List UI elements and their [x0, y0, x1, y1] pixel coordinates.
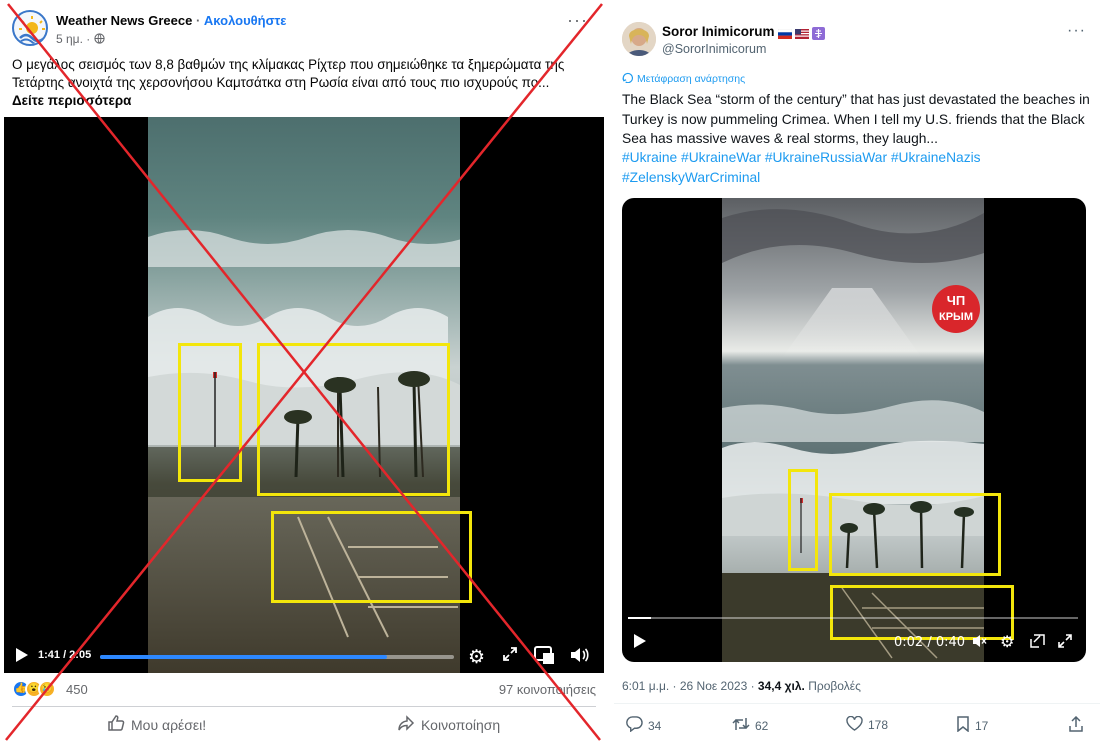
video-progress-bar[interactable]	[628, 617, 1078, 619]
settings-icon[interactable]: ⚙	[1000, 632, 1014, 652]
globe-icon	[93, 32, 105, 46]
share-button[interactable]	[1068, 715, 1084, 735]
avatar[interactable]	[622, 22, 656, 56]
like-icon	[107, 714, 125, 735]
page-name-line: Weather News Greece · Ακολουθήστε	[56, 13, 287, 28]
views-count: 34,4 χιλ.	[757, 679, 805, 693]
video-time: 1:41 / 2:05	[38, 649, 92, 661]
translate-label: Μετάφραση ανάρτησης	[637, 73, 746, 85]
post-text: The Black Sea “storm of the century” tha…	[622, 92, 1090, 146]
post-time[interactable]: 5 ημ.	[56, 32, 83, 46]
page-avatar[interactable]	[12, 10, 48, 46]
reaction-icons[interactable]: 👍 😮 😢	[12, 680, 64, 698]
translate-icon	[622, 72, 633, 86]
play-icon[interactable]	[634, 634, 646, 651]
highlight-box	[271, 511, 472, 603]
reply-count: 34	[648, 718, 662, 733]
shares-count[interactable]: 97 κοινοποιήσεις	[499, 682, 596, 697]
more-icon[interactable]: ···	[1067, 22, 1086, 40]
post-text-block: Ο μεγάλος σεισμός των 8,8 βαθμών της κλί…	[12, 56, 596, 110]
video-progress-bar[interactable]	[100, 655, 454, 659]
more-icon[interactable]: ···	[567, 10, 588, 31]
video-controls: 1:41 / 2:05 ⚙	[4, 641, 604, 673]
views-label: Προβολές	[804, 679, 861, 693]
play-icon[interactable]	[16, 648, 28, 665]
share-label: Κοινοποίηση	[421, 716, 501, 733]
video-time: 0:02 / 0:40	[894, 635, 966, 650]
repost-icon	[732, 716, 750, 735]
watermark-line1: ЧП	[947, 293, 965, 308]
hashtags[interactable]: #Ukraine #UkraineWar #UkraineRussiaWar #…	[622, 148, 1092, 188]
highlight-box	[830, 585, 1014, 640]
like-label: Μου αρέσει!	[131, 716, 207, 733]
watermark-line2: КРЫМ	[939, 311, 973, 323]
post-actions: 34 62 178 17	[622, 715, 1092, 738]
share-button[interactable]: Κοινοποίηση	[397, 714, 500, 735]
mute-icon[interactable]	[972, 634, 988, 651]
highlight-box	[829, 493, 1001, 576]
fb-post-header: Weather News Greece · Ακολουθήστε 5 ημ. …	[12, 10, 596, 50]
bookmark-icon	[956, 716, 970, 735]
post-meta: 5 ημ. ·	[56, 32, 105, 46]
translate-link[interactable]: Μετάφραση ανάρτησης	[622, 72, 745, 86]
divider	[614, 703, 1100, 704]
like-button[interactable]: 178	[846, 715, 889, 734]
volume-icon[interactable]	[570, 646, 590, 667]
reply-icon	[626, 716, 643, 735]
video-player[interactable]: ЧП КРЫМ 0:02 / 0:40 ⚙	[622, 198, 1086, 662]
post-text: Ο μεγάλος σεισμός των 8,8 βαθμών της κλί…	[12, 57, 565, 90]
us-flag-icon	[794, 27, 809, 39]
fullscreen-icon[interactable]	[1058, 634, 1072, 651]
russia-flag-icon	[777, 27, 792, 39]
pip-icon[interactable]	[1030, 634, 1046, 651]
divider	[12, 706, 596, 707]
reply-button[interactable]: 34	[626, 716, 661, 735]
bookmark-count: 17	[975, 718, 989, 733]
post-date: 6:01 μ.μ. · 26 Νοε 2023 · 34,4 χιλ. Προβ…	[622, 679, 861, 693]
follow-link[interactable]: Ακολουθήστε	[204, 13, 287, 28]
facebook-post: Weather News Greece · Ακολουθήστε 5 ημ. …	[0, 0, 606, 744]
display-name-line: Soror Inimicorum	[662, 24, 826, 40]
post-actions: Μου αρέσει! Κοινοποίηση	[12, 712, 596, 738]
video-player[interactable]: 1:41 / 2:05 ⚙	[4, 117, 604, 673]
x-post: Soror Inimicorum @SororInimicorum ··· Με…	[614, 0, 1100, 744]
like-count: 178	[868, 718, 889, 732]
repost-button[interactable]: 62	[732, 716, 768, 735]
orthodox-cross-icon	[811, 26, 826, 40]
page-name[interactable]: Weather News Greece	[56, 13, 192, 28]
settings-icon[interactable]: ⚙	[468, 646, 485, 669]
post-stats: 👍 😮 😢 450 97 κοινοποιήσεις	[12, 680, 596, 700]
heart-icon	[846, 715, 863, 734]
repost-count: 62	[755, 718, 769, 733]
highlight-box	[257, 343, 450, 496]
date-text[interactable]: 6:01 μ.μ. · 26 Νοε 2023 ·	[622, 679, 758, 693]
like-button[interactable]: Μου αρέσει!	[107, 714, 206, 735]
handle[interactable]: @SororInimicorum	[662, 42, 766, 56]
share-icon	[397, 714, 415, 735]
share-icon	[1068, 715, 1084, 735]
sad-reaction-icon: 😢	[38, 680, 56, 698]
highlight-box	[788, 469, 818, 571]
fullscreen-icon[interactable]	[502, 646, 518, 665]
reactions-count[interactable]: 450	[66, 682, 88, 697]
see-more-link[interactable]: Δείτε περισσότερα	[12, 92, 596, 110]
bookmark-button[interactable]: 17	[956, 716, 988, 735]
pip-icon[interactable]	[534, 646, 554, 667]
highlight-box	[178, 343, 242, 482]
display-name[interactable]: Soror Inimicorum	[662, 24, 775, 39]
